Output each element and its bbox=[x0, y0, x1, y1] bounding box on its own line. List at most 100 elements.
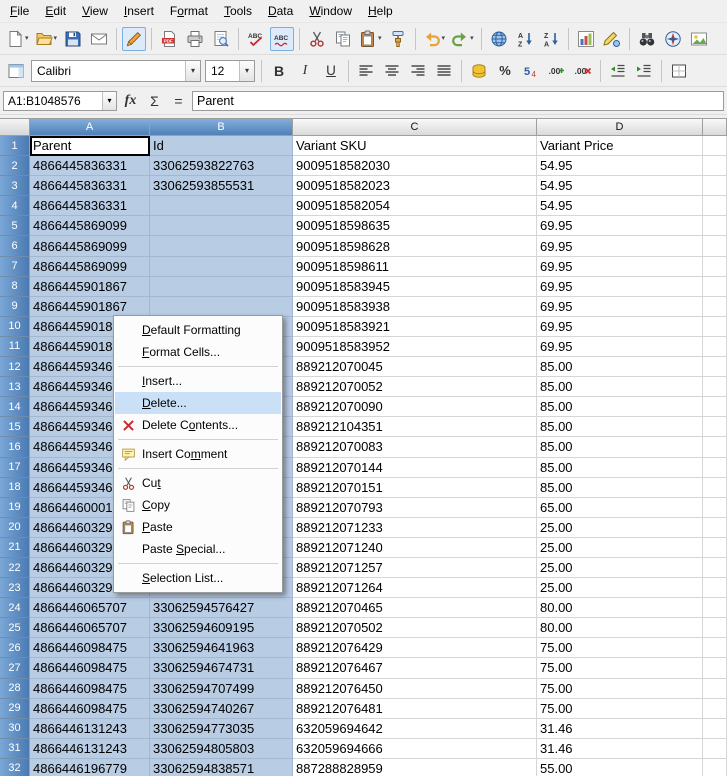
cell-A2[interactable]: 4866445836331 bbox=[30, 156, 150, 176]
cell-B8[interactable] bbox=[150, 277, 293, 297]
cell-E11[interactable] bbox=[703, 337, 727, 357]
cell-C28[interactable]: 889212076450 bbox=[293, 679, 537, 699]
navigator-icon[interactable] bbox=[661, 27, 685, 51]
menu-item-delete[interactable]: Delete... bbox=[115, 392, 281, 414]
align-left-icon[interactable] bbox=[354, 59, 378, 83]
cell-E24[interactable] bbox=[703, 598, 727, 618]
row-header-13[interactable]: 13 bbox=[0, 377, 30, 397]
cell-A32[interactable]: 4866446196779 bbox=[30, 759, 150, 776]
row-header-30[interactable]: 30 bbox=[0, 719, 30, 739]
menu-item-insert-comment[interactable]: Insert Comment bbox=[115, 443, 281, 465]
cell-B31[interactable]: 33062594805803 bbox=[150, 739, 293, 759]
menubar-insert[interactable]: Insert bbox=[116, 1, 162, 21]
cell-A26[interactable]: 4866446098475 bbox=[30, 638, 150, 658]
formula-input[interactable] bbox=[192, 91, 724, 111]
cell-B5[interactable] bbox=[150, 216, 293, 236]
menu-item-format-cells[interactable]: Format Cells... bbox=[115, 341, 281, 363]
cell-E10[interactable] bbox=[703, 317, 727, 337]
row-header-26[interactable]: 26 bbox=[0, 638, 30, 658]
row-header-21[interactable]: 21 bbox=[0, 538, 30, 558]
cell-B7[interactable] bbox=[150, 257, 293, 277]
italic-icon[interactable]: I bbox=[293, 59, 317, 83]
menu-item-paste[interactable]: Paste bbox=[115, 516, 281, 538]
cell-E26[interactable] bbox=[703, 638, 727, 658]
cell-C31[interactable]: 632059694666 bbox=[293, 739, 537, 759]
cell-C3[interactable]: 9009518582023 bbox=[293, 176, 537, 196]
row-header-25[interactable]: 25 bbox=[0, 618, 30, 638]
cell-D2[interactable]: 54.95 bbox=[537, 156, 703, 176]
redo-icon[interactable]: ▾ bbox=[449, 27, 476, 51]
cell-D24[interactable]: 80.00 bbox=[537, 598, 703, 618]
cell-D23[interactable]: 25.00 bbox=[537, 578, 703, 598]
cell-A6[interactable]: 4866445869099 bbox=[30, 236, 150, 256]
menubar-file[interactable]: File bbox=[2, 1, 37, 21]
row-header-14[interactable]: 14 bbox=[0, 397, 30, 417]
cell-C4[interactable]: 9009518582054 bbox=[293, 196, 537, 216]
cell-C24[interactable]: 889212070465 bbox=[293, 598, 537, 618]
cell-C14[interactable]: 889212070090 bbox=[293, 397, 537, 417]
cell-D9[interactable]: 69.95 bbox=[537, 297, 703, 317]
cell-E19[interactable] bbox=[703, 498, 727, 518]
hyperlink-icon[interactable] bbox=[487, 27, 511, 51]
cell-D10[interactable]: 69.95 bbox=[537, 317, 703, 337]
cell-D15[interactable]: 85.00 bbox=[537, 417, 703, 437]
cell-C27[interactable]: 889212076467 bbox=[293, 658, 537, 678]
chevron-down-icon[interactable]: ▾ bbox=[239, 61, 254, 81]
cell-B4[interactable] bbox=[150, 196, 293, 216]
cell-A25[interactable]: 4866446065707 bbox=[30, 618, 150, 638]
menu-item-cut[interactable]: Cut bbox=[115, 472, 281, 494]
underline-icon[interactable]: U bbox=[319, 59, 343, 83]
menu-item-paste-special[interactable]: Paste Special... bbox=[115, 538, 281, 560]
menu-item-delete-contents[interactable]: Delete Contents... bbox=[115, 414, 281, 436]
cell-D4[interactable]: 54.95 bbox=[537, 196, 703, 216]
cell-E29[interactable] bbox=[703, 699, 727, 719]
sort-ascending-icon[interactable]: AZ bbox=[513, 27, 537, 51]
row-header-19[interactable]: 19 bbox=[0, 498, 30, 518]
cell-B29[interactable]: 33062594740267 bbox=[150, 699, 293, 719]
save-icon[interactable] bbox=[61, 27, 85, 51]
cell-B2[interactable]: 33062593822763 bbox=[150, 156, 293, 176]
print-icon[interactable] bbox=[183, 27, 207, 51]
cell-E28[interactable] bbox=[703, 679, 727, 699]
row-header-29[interactable]: 29 bbox=[0, 699, 30, 719]
cell-D5[interactable]: 69.95 bbox=[537, 216, 703, 236]
cell-D32[interactable]: 55.00 bbox=[537, 759, 703, 776]
row-header-9[interactable]: 9 bbox=[0, 297, 30, 317]
cell-C25[interactable]: 889212070502 bbox=[293, 618, 537, 638]
cell-D19[interactable]: 65.00 bbox=[537, 498, 703, 518]
draw-functions-icon[interactable] bbox=[600, 27, 624, 51]
row-header-28[interactable]: 28 bbox=[0, 679, 30, 699]
format-number-icon[interactable]: 54 bbox=[519, 59, 543, 83]
cell-A29[interactable]: 4866446098475 bbox=[30, 699, 150, 719]
cell-C13[interactable]: 889212070052 bbox=[293, 377, 537, 397]
row-header-22[interactable]: 22 bbox=[0, 558, 30, 578]
cell-C5[interactable]: 9009518598635 bbox=[293, 216, 537, 236]
row-header-11[interactable]: 11 bbox=[0, 337, 30, 357]
bold-icon[interactable]: B bbox=[267, 59, 291, 83]
cell-B9[interactable] bbox=[150, 297, 293, 317]
cell-B30[interactable]: 33062594773035 bbox=[150, 719, 293, 739]
insert-chart-icon[interactable] bbox=[574, 27, 598, 51]
cell-D29[interactable]: 75.00 bbox=[537, 699, 703, 719]
cell-E3[interactable] bbox=[703, 176, 727, 196]
cell-D22[interactable]: 25.00 bbox=[537, 558, 703, 578]
cell-C19[interactable]: 889212070793 bbox=[293, 498, 537, 518]
cell-D25[interactable]: 80.00 bbox=[537, 618, 703, 638]
font-size-combo[interactable]: 12 ▾ bbox=[205, 60, 255, 82]
sidebar-icon[interactable] bbox=[4, 59, 28, 83]
cell-B27[interactable]: 33062594674731 bbox=[150, 658, 293, 678]
spelling-icon[interactable]: ABC bbox=[244, 27, 268, 51]
row-header-2[interactable]: 2 bbox=[0, 156, 30, 176]
cell-E30[interactable] bbox=[703, 719, 727, 739]
decrease-indent-icon[interactable] bbox=[606, 59, 630, 83]
menubar-format[interactable]: Format bbox=[162, 1, 216, 21]
cell-D16[interactable]: 85.00 bbox=[537, 437, 703, 457]
cell-D30[interactable]: 31.46 bbox=[537, 719, 703, 739]
pdf-export-icon[interactable]: PDF bbox=[157, 27, 181, 51]
column-header-E[interactable] bbox=[703, 119, 727, 136]
clone-formatting-icon[interactable] bbox=[386, 27, 410, 51]
cell-B28[interactable]: 33062594707499 bbox=[150, 679, 293, 699]
cell-E1[interactable] bbox=[703, 136, 727, 156]
cell-C20[interactable]: 889212071233 bbox=[293, 518, 537, 538]
cell-E8[interactable] bbox=[703, 277, 727, 297]
